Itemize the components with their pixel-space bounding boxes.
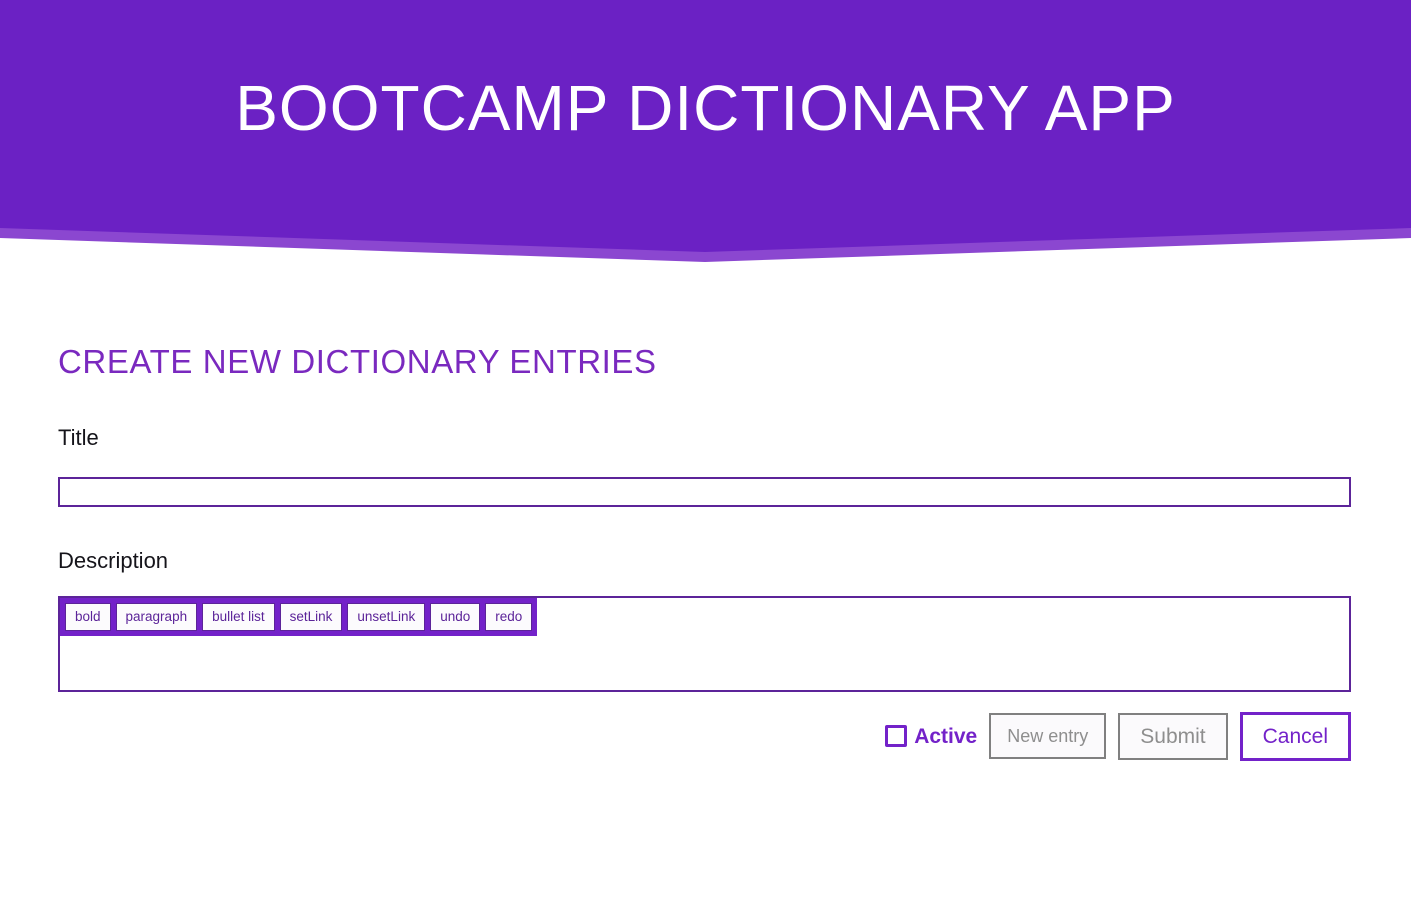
undo-button[interactable]: undo (430, 603, 481, 631)
app-header: BOOTCAMP DICTIONARY APP (0, 0, 1411, 262)
set-link-button[interactable]: setLink (279, 603, 343, 631)
app-root: BOOTCAMP DICTIONARY APP CREATE NEW DICTI… (0, 0, 1411, 923)
description-editor: bold paragraph bullet list setLink unset… (58, 596, 1351, 692)
description-field-label: Description (58, 548, 169, 573)
new-entry-button[interactable]: New entry (989, 713, 1107, 759)
active-checkbox[interactable] (885, 725, 908, 747)
submit-button[interactable]: Submit (1118, 712, 1228, 760)
paragraph-button[interactable]: paragraph (115, 603, 198, 631)
title-input[interactable] (58, 477, 1351, 507)
form-actions: Active New entry Submit Cancel (885, 706, 1351, 766)
redo-button[interactable]: redo (485, 603, 533, 631)
description-textarea[interactable] (60, 636, 1349, 690)
bullet-list-button[interactable]: bullet list (202, 603, 275, 631)
active-checkbox-group: Active (885, 725, 977, 747)
bold-button[interactable]: bold (65, 603, 111, 631)
unset-link-button[interactable]: unsetLink (347, 603, 426, 631)
cancel-button[interactable]: Cancel (1239, 711, 1351, 761)
title-field-label: Title (58, 425, 99, 450)
page-title: CREATE NEW DICTIONARY ENTRIES (58, 343, 657, 380)
form-actions-row: Active New entry Submit Cancel (58, 706, 1351, 766)
active-checkbox-label: Active (914, 724, 978, 748)
app-title: BOOTCAMP DICTIONARY APP (235, 72, 1176, 144)
editor-toolbar: bold paragraph bullet list setLink unset… (60, 598, 538, 636)
